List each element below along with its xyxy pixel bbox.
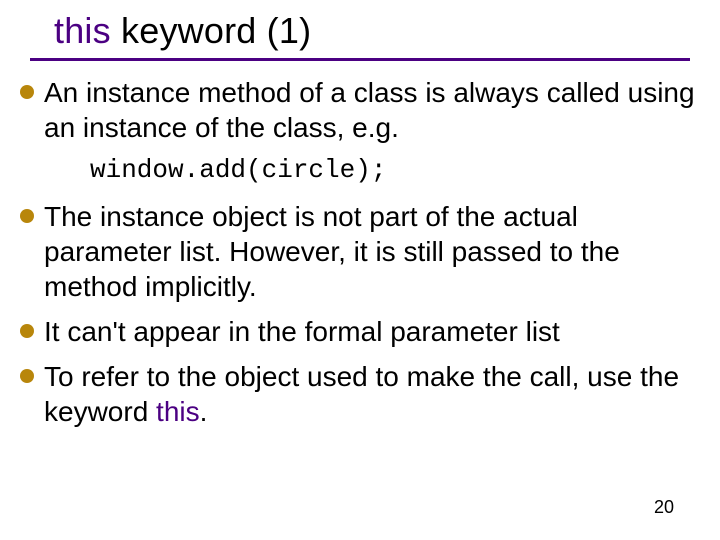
- bullet-text: An instance method of a class is always …: [44, 75, 700, 145]
- bullet-suffix: .: [200, 396, 208, 427]
- bullet-dot-icon: [20, 209, 34, 223]
- bullet-item: To refer to the object used to make the …: [20, 359, 700, 429]
- bullet-dot-icon: [20, 324, 34, 338]
- title-keyword: this: [54, 10, 111, 51]
- inline-keyword: this: [156, 396, 200, 427]
- bullet-text: The instance object is not part of the a…: [44, 199, 700, 304]
- title-block: this keyword (1): [0, 0, 720, 52]
- bullet-item: It can't appear in the formal parameter …: [20, 314, 700, 349]
- slide-body: An instance method of a class is always …: [0, 61, 720, 429]
- slide-title: this keyword (1): [54, 10, 720, 52]
- bullet-item: The instance object is not part of the a…: [20, 199, 700, 304]
- bullet-text: To refer to the object used to make the …: [44, 359, 700, 429]
- bullet-dot-icon: [20, 369, 34, 383]
- bullet-prefix: To refer to the object used to make the …: [44, 361, 679, 427]
- code-example: window.add(circle);: [90, 155, 700, 185]
- bullet-item: An instance method of a class is always …: [20, 75, 700, 145]
- bullet-text: It can't appear in the formal parameter …: [44, 314, 560, 349]
- slide: this keyword (1) An instance method of a…: [0, 0, 720, 540]
- title-rest: keyword (1): [111, 10, 311, 51]
- bullet-dot-icon: [20, 85, 34, 99]
- page-number: 20: [654, 497, 674, 518]
